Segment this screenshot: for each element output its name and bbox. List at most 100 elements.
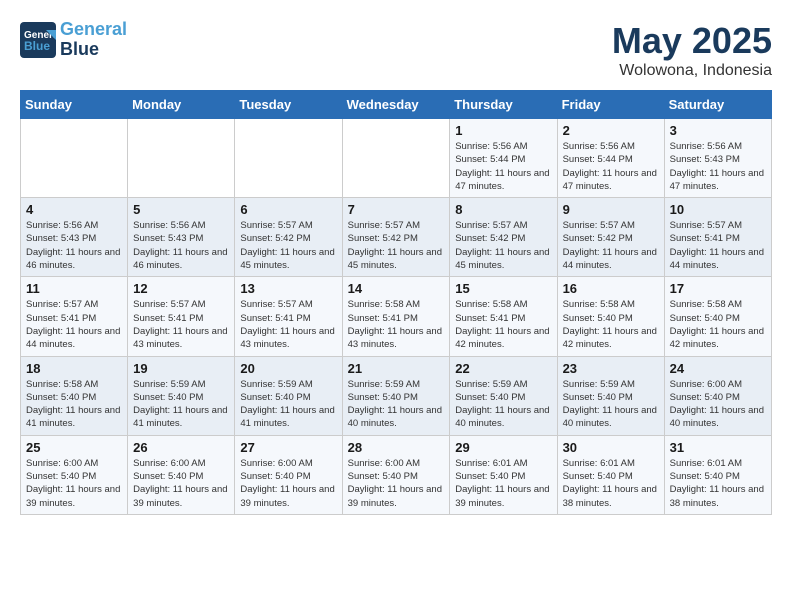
day-info: Sunrise: 5:57 AMSunset: 5:41 PMDaylight:… (670, 219, 766, 272)
calendar-week-5: 25 Sunrise: 6:00 AMSunset: 5:40 PMDayligh… (21, 435, 772, 514)
calendar-cell: 8 Sunrise: 5:57 AMSunset: 5:42 PMDaylight… (450, 198, 557, 277)
calendar-week-1: 1Sunrise: 5:56 AMSunset: 5:44 PMDaylight… (21, 119, 772, 198)
day-info: Sunrise: 5:58 AMSunset: 5:40 PMDaylight:… (26, 378, 122, 431)
calendar-cell: 24Sunrise: 6:00 AMSunset: 5:40 PMDayligh… (664, 356, 771, 435)
calendar-cell: 26 Sunrise: 6:00 AMSunset: 5:40 PMDayligh… (128, 435, 235, 514)
day-number: 31 (670, 440, 766, 455)
day-info: Sunrise: 6:01 AMSunset: 5:40 PMDaylight:… (563, 457, 659, 510)
day-number: 25 (26, 440, 122, 455)
calendar-cell: 4 Sunrise: 5:56 AMSunset: 5:43 PMDaylight… (21, 198, 128, 277)
weekday-header-sunday: Sunday (21, 91, 128, 119)
calendar-cell (21, 119, 128, 198)
calendar-week-4: 18 Sunrise: 5:58 AMSunset: 5:40 PMDayligh… (21, 356, 772, 435)
day-number: 3 (670, 123, 766, 138)
day-number: 14 (348, 281, 445, 296)
day-info: Sunrise: 5:57 AMSunset: 5:41 PMDaylight:… (240, 298, 336, 351)
day-info: Sunrise: 5:56 AMSunset: 5:43 PMDaylight:… (670, 140, 766, 193)
day-info: Sunrise: 5:57 AMSunset: 5:42 PMDaylight:… (455, 219, 551, 272)
calendar-week-3: 11 Sunrise: 5:57 AMSunset: 5:41 PMDayligh… (21, 277, 772, 356)
calendar-cell: 10 Sunrise: 5:57 AMSunset: 5:41 PMDayligh… (664, 198, 771, 277)
day-number: 6 (240, 202, 336, 217)
day-number: 13 (240, 281, 336, 296)
calendar-cell: 21Sunrise: 5:59 AMSunset: 5:40 PMDayligh… (342, 356, 450, 435)
calendar-cell: 18 Sunrise: 5:58 AMSunset: 5:40 PMDayligh… (21, 356, 128, 435)
calendar-cell: 3 Sunrise: 5:56 AMSunset: 5:43 PMDaylight… (664, 119, 771, 198)
day-number: 2 (563, 123, 659, 138)
day-number: 20 (240, 361, 336, 376)
logo-text: GeneralBlue (60, 20, 127, 60)
location-subtitle: Wolowona, Indonesia (612, 62, 772, 80)
day-info: Sunrise: 5:59 AMSunset: 5:40 PMDaylight:… (133, 378, 229, 431)
day-info: Sunrise: 5:56 AMSunset: 5:44 PMDaylight:… (563, 140, 659, 193)
weekday-header-thursday: Thursday (450, 91, 557, 119)
day-info: Sunrise: 5:56 AMSunset: 5:44 PMDaylight:… (455, 140, 551, 193)
day-number: 12 (133, 281, 229, 296)
month-title: May 2025 (612, 20, 772, 62)
weekday-header-tuesday: Tuesday (235, 91, 342, 119)
day-info: Sunrise: 5:57 AMSunset: 5:42 PMDaylight:… (563, 219, 659, 272)
day-info: Sunrise: 5:57 AMSunset: 5:42 PMDaylight:… (240, 219, 336, 272)
day-number: 15 (455, 281, 551, 296)
calendar-cell: 29Sunrise: 6:01 AMSunset: 5:40 PMDayligh… (450, 435, 557, 514)
calendar-cell: 14 Sunrise: 5:58 AMSunset: 5:41 PMDayligh… (342, 277, 450, 356)
day-info: Sunrise: 5:58 AMSunset: 5:41 PMDaylight:… (348, 298, 445, 351)
day-number: 22 (455, 361, 551, 376)
svg-text:Blue: Blue (24, 39, 50, 53)
calendar-cell: 2 Sunrise: 5:56 AMSunset: 5:44 PMDaylight… (557, 119, 664, 198)
weekday-header-saturday: Saturday (664, 91, 771, 119)
day-info: Sunrise: 5:59 AMSunset: 5:40 PMDaylight:… (348, 378, 445, 431)
weekday-header-row: SundayMondayTuesdayWednesdayThursdayFrid… (21, 91, 772, 119)
calendar-cell: 12 Sunrise: 5:57 AMSunset: 5:41 PMDayligh… (128, 277, 235, 356)
calendar-cell: 20Sunrise: 5:59 AMSunset: 5:40 PMDayligh… (235, 356, 342, 435)
calendar-cell: 13 Sunrise: 5:57 AMSunset: 5:41 PMDayligh… (235, 277, 342, 356)
day-info: Sunrise: 6:00 AMSunset: 5:40 PMDaylight:… (133, 457, 229, 510)
day-info: Sunrise: 5:56 AMSunset: 5:43 PMDaylight:… (26, 219, 122, 272)
weekday-header-wednesday: Wednesday (342, 91, 450, 119)
weekday-header-monday: Monday (128, 91, 235, 119)
calendar-cell: 23Sunrise: 5:59 AMSunset: 5:40 PMDayligh… (557, 356, 664, 435)
calendar-cell: 7 Sunrise: 5:57 AMSunset: 5:42 PMDaylight… (342, 198, 450, 277)
day-number: 18 (26, 361, 122, 376)
calendar-cell: 15 Sunrise: 5:58 AMSunset: 5:41 PMDayligh… (450, 277, 557, 356)
title-block: May 2025 Wolowona, Indonesia (612, 20, 772, 80)
day-number: 4 (26, 202, 122, 217)
calendar-cell: 27Sunrise: 6:00 AMSunset: 5:40 PMDayligh… (235, 435, 342, 514)
day-info: Sunrise: 6:00 AMSunset: 5:40 PMDaylight:… (348, 457, 445, 510)
day-info: Sunrise: 6:00 AMSunset: 5:40 PMDaylight:… (26, 457, 122, 510)
calendar-cell (342, 119, 450, 198)
logo: General Blue GeneralBlue (20, 20, 127, 60)
calendar-cell: 16 Sunrise: 5:58 AMSunset: 5:40 PMDayligh… (557, 277, 664, 356)
day-number: 8 (455, 202, 551, 217)
day-info: Sunrise: 5:57 AMSunset: 5:41 PMDaylight:… (133, 298, 229, 351)
day-number: 27 (240, 440, 336, 455)
calendar-cell (235, 119, 342, 198)
day-info: Sunrise: 5:59 AMSunset: 5:40 PMDaylight:… (455, 378, 551, 431)
day-number: 26 (133, 440, 229, 455)
day-number: 10 (670, 202, 766, 217)
calendar-table: SundayMondayTuesdayWednesdayThursdayFrid… (20, 90, 772, 515)
day-info: Sunrise: 5:58 AMSunset: 5:41 PMDaylight:… (455, 298, 551, 351)
day-number: 5 (133, 202, 229, 217)
calendar-week-2: 4 Sunrise: 5:56 AMSunset: 5:43 PMDaylight… (21, 198, 772, 277)
calendar-cell: 17 Sunrise: 5:58 AMSunset: 5:40 PMDayligh… (664, 277, 771, 356)
calendar-cell: 5 Sunrise: 5:56 AMSunset: 5:43 PMDaylight… (128, 198, 235, 277)
calendar-cell: 30 Sunrise: 6:01 AMSunset: 5:40 PMDayligh… (557, 435, 664, 514)
day-number: 16 (563, 281, 659, 296)
day-number: 7 (348, 202, 445, 217)
day-info: Sunrise: 5:56 AMSunset: 5:43 PMDaylight:… (133, 219, 229, 272)
calendar-cell: 6 Sunrise: 5:57 AMSunset: 5:42 PMDaylight… (235, 198, 342, 277)
day-number: 30 (563, 440, 659, 455)
calendar-cell: 19Sunrise: 5:59 AMSunset: 5:40 PMDayligh… (128, 356, 235, 435)
day-info: Sunrise: 5:58 AMSunset: 5:40 PMDaylight:… (563, 298, 659, 351)
day-number: 17 (670, 281, 766, 296)
day-info: Sunrise: 5:58 AMSunset: 5:40 PMDaylight:… (670, 298, 766, 351)
logo-icon: General Blue (20, 22, 56, 58)
calendar-cell: 25 Sunrise: 6:00 AMSunset: 5:40 PMDayligh… (21, 435, 128, 514)
day-number: 11 (26, 281, 122, 296)
day-number: 28 (348, 440, 445, 455)
day-number: 9 (563, 202, 659, 217)
day-info: Sunrise: 5:57 AMSunset: 5:42 PMDaylight:… (348, 219, 445, 272)
weekday-header-friday: Friday (557, 91, 664, 119)
day-info: Sunrise: 5:57 AMSunset: 5:41 PMDaylight:… (26, 298, 122, 351)
calendar-cell: 1Sunrise: 5:56 AMSunset: 5:44 PMDaylight… (450, 119, 557, 198)
